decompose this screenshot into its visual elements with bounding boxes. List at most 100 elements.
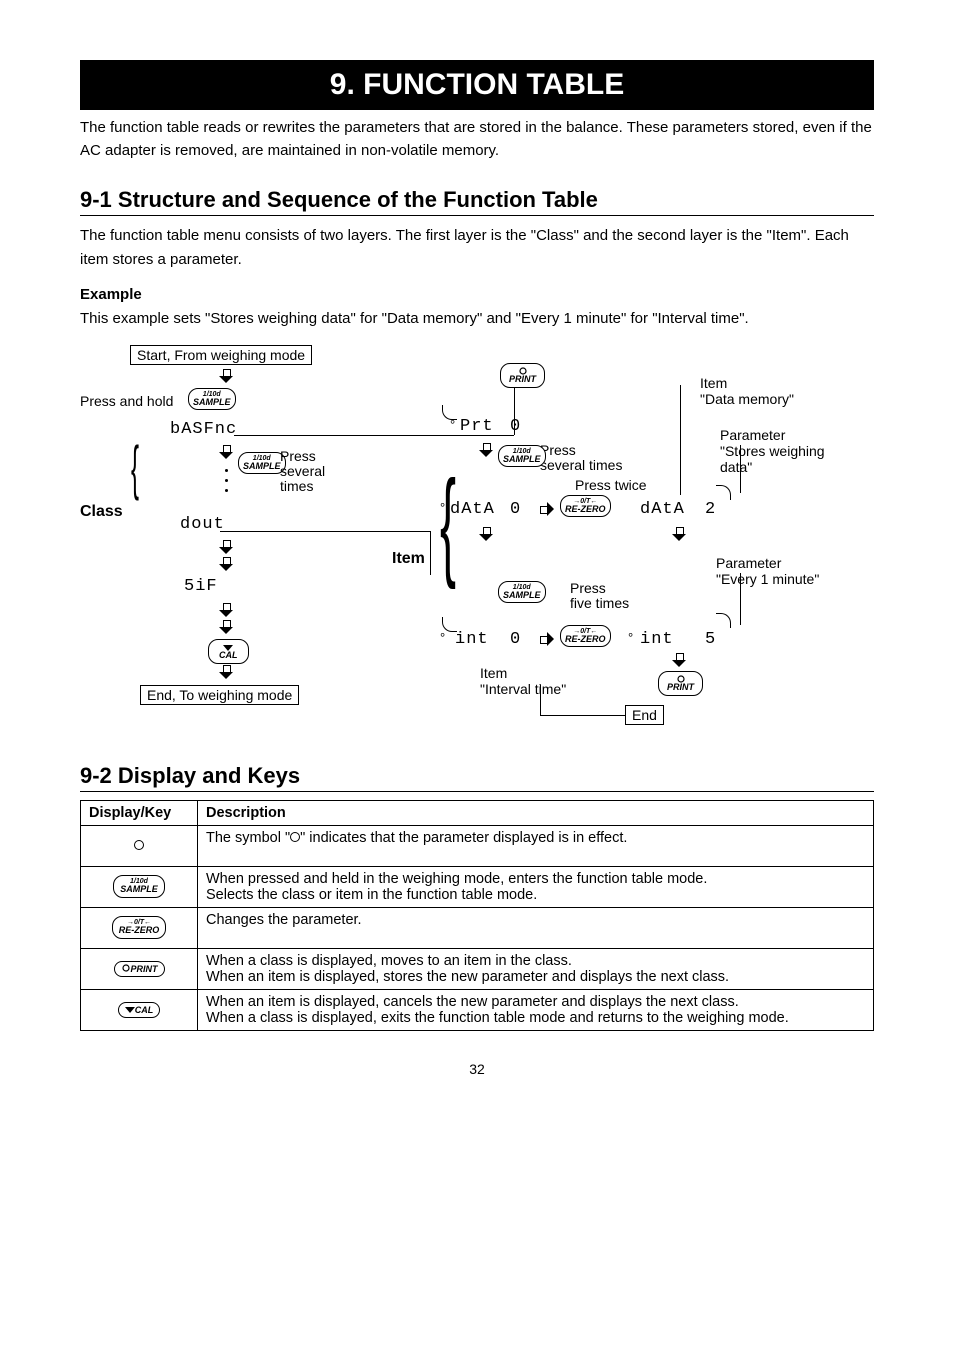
heading-rule-1 <box>80 215 874 216</box>
end-box: End, To weighing mode <box>140 685 299 705</box>
sample-key-icon: 1/10dSAMPLE <box>498 445 546 468</box>
print-key-icon: PRINT <box>114 961 165 977</box>
rezero-key-icon: →0/T←RE-ZERO <box>560 495 611 518</box>
cell-icon-cal: CAL <box>81 989 198 1030</box>
text: The symbol " <box>206 830 290 846</box>
cell-icon-circle <box>81 825 198 866</box>
cell-desc: When a class is displayed, moves to an i… <box>198 948 874 989</box>
arrow-down-icon <box>220 540 232 554</box>
line <box>220 531 430 532</box>
arrow-down-icon <box>220 369 232 383</box>
seg-basfnc: bASFnc <box>170 420 237 439</box>
arrow-down-icon <box>220 620 232 634</box>
press-several-times: Pressseveral times <box>540 443 622 474</box>
sample-key-icon: 1/10dSAMPLE <box>188 388 236 411</box>
brace-icon: { <box>440 493 456 553</box>
cell-desc: Changes the parameter. <box>198 907 874 948</box>
arrow-right-icon <box>540 503 554 515</box>
seg-prt: Prt <box>460 417 494 436</box>
arrow-down-icon <box>480 443 492 457</box>
page-number: 32 <box>80 1061 874 1077</box>
cell-icon-sample: 1/10dSAMPLE <box>81 866 198 907</box>
seg-data-left: dAtA <box>450 500 495 519</box>
section1-heading: 9-1 Structure and Sequence of the Functi… <box>80 187 874 213</box>
arrow-down-icon <box>220 665 232 679</box>
sample-key-icon: 1/10dSAMPLE <box>238 452 286 475</box>
arrow-down-icon <box>673 527 685 541</box>
start-box: Start, From weighing mode <box>130 345 312 365</box>
table-row: 1/10dSAMPLE When pressed and held in the… <box>81 866 874 907</box>
seg-int-right: int <box>640 630 674 649</box>
example-title: Example <box>80 286 874 303</box>
cell-desc: When pressed and held in the weighing mo… <box>198 866 874 907</box>
cell-desc: The symbol " " indicates that the paramet… <box>198 825 874 866</box>
section2-heading: 9-2 Display and Keys <box>80 763 874 789</box>
example-text: This example sets "Stores weighing data"… <box>80 307 874 331</box>
sample-key-icon: 1/10dSAMPLE <box>113 875 165 898</box>
dot-icon <box>225 479 228 482</box>
line <box>430 531 431 575</box>
seg-sif: 5iF <box>184 577 218 596</box>
chapter-title: 9. FUNCTION TABLE <box>80 60 874 110</box>
circle-mark-icon: ° <box>440 630 445 645</box>
cal-key-icon: CAL <box>118 1002 161 1018</box>
brace-icon: { <box>131 453 139 483</box>
seg-int-left: int <box>455 630 489 649</box>
curve-icon <box>442 405 457 420</box>
text: Changes the parameter. <box>206 912 362 928</box>
press-several-label: Pressseveraltimes <box>280 449 325 495</box>
seg-zero: 0 <box>510 417 521 436</box>
th-display: Display/Key <box>81 800 198 825</box>
arrow-down-icon <box>220 557 232 571</box>
arrow-down-icon <box>673 653 685 667</box>
cal-key-icon: CAL <box>208 639 249 664</box>
circle-icon <box>290 832 300 842</box>
print-key-icon: PRINT <box>658 671 703 696</box>
table-row: →0/T←RE-ZERO Changes the parameter. <box>81 907 874 948</box>
press-and-hold-label: Press and hold <box>80 393 173 409</box>
seg-zero: 0 <box>510 630 521 649</box>
curve-icon <box>716 613 731 628</box>
seg-data-right: dAtA <box>640 500 685 519</box>
sample-key-icon: 1/10dSAMPLE <box>498 581 546 604</box>
table-row: CAL When an item is displayed, cancels t… <box>81 989 874 1030</box>
arrow-down-icon <box>220 603 232 617</box>
curve-icon <box>442 617 457 632</box>
line <box>740 573 741 625</box>
item-interval: Item"Interval time" <box>480 665 566 697</box>
seg-zero: 0 <box>510 500 521 519</box>
heading-rule-2 <box>80 791 874 792</box>
line <box>540 715 625 716</box>
press-five-label: Pressfive times <box>570 581 629 612</box>
print-key-icon: PRINT <box>500 363 545 388</box>
param-every1: Parameter"Every 1 minute" <box>716 555 819 587</box>
cell-icon-rezero: →0/T←RE-ZERO <box>81 907 198 948</box>
seg-dout: dout <box>180 515 225 534</box>
rezero-key-icon: →0/T←RE-ZERO <box>112 916 167 939</box>
dot-icon <box>225 489 228 492</box>
th-desc: Description <box>198 800 874 825</box>
arrow-right-icon <box>540 633 554 645</box>
curve-icon <box>716 485 731 500</box>
param-stores: Parameter"Stores weighingdata" <box>720 427 825 475</box>
press-twice-label: Press twice <box>575 477 647 493</box>
circle-icon <box>134 840 144 850</box>
display-keys-table: Display/Key Description The symbol " " in… <box>80 800 874 1031</box>
line <box>740 445 741 493</box>
seg-two: 2 <box>705 500 716 519</box>
intro-text: The function table reads or rewrites the… <box>80 116 874 163</box>
text: " indicates that the parameter displayed… <box>300 830 627 846</box>
class-label: Class <box>80 503 123 521</box>
cell-icon-print: PRINT <box>81 948 198 989</box>
section1-text: The function table menu consists of two … <box>80 224 874 272</box>
rezero-key-icon: →0/T←RE-ZERO <box>560 625 611 648</box>
line <box>540 685 541 715</box>
table-row: The symbol " " indicates that the paramet… <box>81 825 874 866</box>
table-row: PRINT When a class is displayed, moves t… <box>81 948 874 989</box>
end-label: End <box>625 705 664 725</box>
item-label: Item <box>392 550 425 568</box>
circle-mark-icon: ° <box>628 630 633 645</box>
function-table-diagram: Start, From weighing mode Press and hold… <box>80 345 874 745</box>
arrow-down-icon <box>220 445 232 459</box>
seg-five: 5 <box>705 630 716 649</box>
